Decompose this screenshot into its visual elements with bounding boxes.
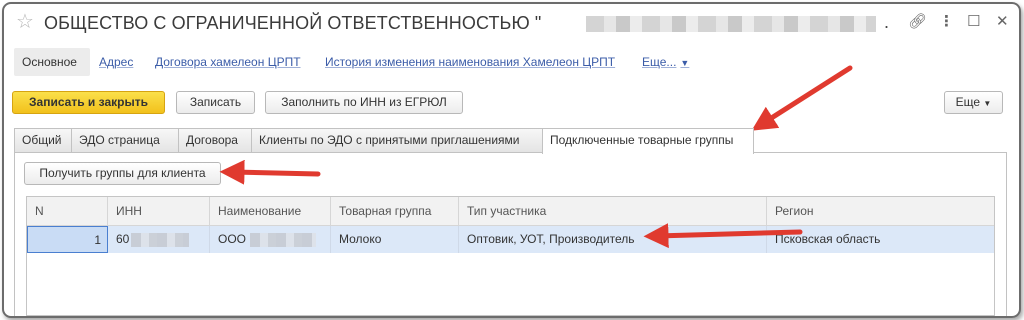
cell-product-group[interactable]: Молоко	[331, 226, 459, 253]
cell-inn-text: 60	[116, 232, 130, 246]
redacted-title-part	[586, 16, 876, 32]
nav-item-main[interactable]: Основное	[14, 48, 90, 76]
column-header-name[interactable]: Наименование	[210, 197, 331, 226]
chevron-down-icon: ▼	[680, 58, 690, 68]
product-groups-table[interactable]: N ИНН Наименование Товарная группа Тип у…	[26, 196, 995, 316]
form-window: ☆ ОБЩЕСТВО С ОГРАНИЧЕННОЙ ОТВЕТСТВЕННОСТ…	[2, 2, 1021, 318]
redacted-name	[250, 232, 317, 247]
link-icon[interactable]: 🔗︎	[908, 14, 927, 30]
fill-by-inn-button[interactable]: Заполнить по ИНН из ЕГРЮЛ	[265, 91, 463, 114]
tab-edo-page[interactable]: ЭДО страница	[71, 128, 179, 152]
tab-edo-clients[interactable]: Клиенты по ЭДО с принятыми приглашениями	[251, 128, 543, 152]
column-header-n[interactable]: N	[27, 197, 108, 226]
column-header-participant-type[interactable]: Тип участника	[459, 197, 767, 226]
nav-more-label: Еще...	[642, 55, 677, 69]
get-groups-button[interactable]: Получить группы для клиента	[24, 162, 221, 185]
more-actions-button[interactable]: Еще ▼	[944, 91, 1003, 114]
cell-region[interactable]: Псковская область	[767, 226, 994, 253]
close-icon[interactable]: ✕	[996, 14, 1009, 30]
column-header-region[interactable]: Регион	[767, 197, 994, 226]
nav-item-address[interactable]: Адрес	[99, 48, 133, 76]
chevron-down-icon: ▼	[983, 99, 992, 108]
maximize-icon[interactable]: ☐	[967, 14, 980, 30]
cell-name-text: ООО	[218, 232, 247, 246]
cell-name[interactable]: ООО	[210, 226, 331, 253]
column-header-product-group[interactable]: Товарная группа	[331, 197, 459, 226]
favorite-star-icon[interactable]: ☆	[16, 12, 34, 32]
redacted-inn	[131, 232, 190, 247]
form-title: ОБЩЕСТВО С ОГРАНИЧЕННОЙ ОТВЕТСТВЕННОСТЬЮ…	[44, 13, 542, 33]
cell-n[interactable]: 1	[27, 226, 108, 253]
column-header-inn[interactable]: ИНН	[108, 197, 210, 226]
title-suffix: .	[884, 12, 890, 32]
cell-inn[interactable]: 60	[108, 226, 210, 253]
more-actions-label: Еще	[955, 95, 981, 109]
nav-item-contracts[interactable]: Договора хамелеон ЦРПТ	[155, 48, 301, 76]
tab-contracts[interactable]: Договора	[178, 128, 252, 152]
nav-item-name-history[interactable]: История изменения наименования Хамелеон …	[325, 48, 615, 76]
save-button[interactable]: Записать	[176, 91, 255, 114]
nav-item-more[interactable]: Еще... ▼	[642, 48, 689, 76]
table-row[interactable]: 1 60 ООО Молоко Оптовик, УОТ, Производит…	[27, 226, 994, 253]
tab-general[interactable]: Общий	[14, 128, 72, 152]
more-menu-icon[interactable]: ⋮	[939, 14, 954, 30]
tab-connected-product-groups[interactable]: Подключенные товарные группы	[542, 128, 754, 154]
cell-participant-type[interactable]: Оптовик, УОТ, Производитель	[459, 226, 767, 253]
save-and-close-button[interactable]: Записать и закрыть	[12, 91, 165, 114]
